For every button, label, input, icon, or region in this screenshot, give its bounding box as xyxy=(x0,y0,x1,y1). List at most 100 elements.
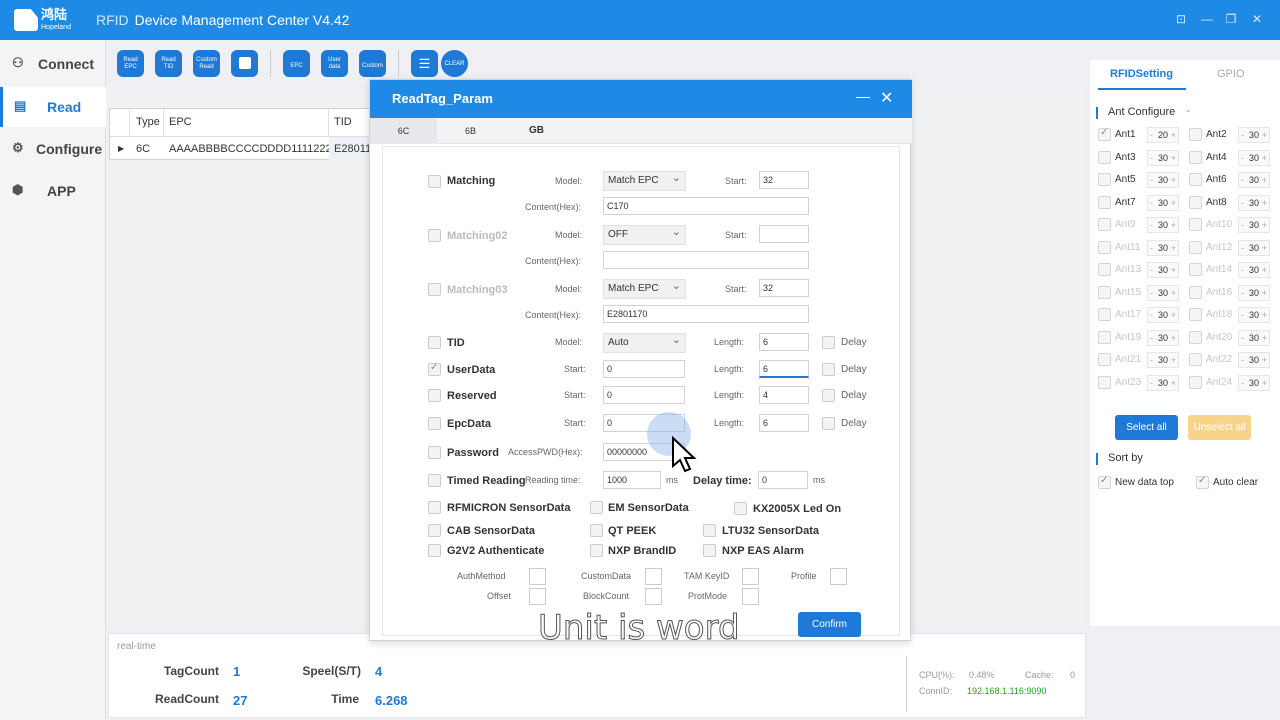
antenna-checkbox[interactable] xyxy=(1098,285,1111,299)
matching02-content-input[interactable] xyxy=(603,251,809,269)
antenna-checkbox[interactable] xyxy=(1189,128,1202,141)
matching03-model-select[interactable]: Match EPC xyxy=(603,277,686,299)
epcdata-delay-checkbox[interactable] xyxy=(822,417,835,430)
antenna-checkbox[interactable] xyxy=(1098,173,1111,186)
matching-checkbox[interactable] xyxy=(428,175,441,188)
table-cell-epc[interactable]: AAAABBBBCCCCDDDD11112220 xyxy=(164,137,329,161)
reserved-length-input[interactable]: 4 xyxy=(759,386,809,404)
antenna-checkbox[interactable] xyxy=(1189,240,1202,254)
antenna-power-spinner[interactable]: 30 xyxy=(1147,374,1179,391)
translate-icon[interactable]: ⊡ xyxy=(1174,12,1188,26)
antenna-checkbox[interactable] xyxy=(1189,218,1202,231)
ltu32-checkbox[interactable] xyxy=(703,524,716,537)
grid-header-epc[interactable]: EPC xyxy=(164,109,329,136)
epcdata-length-input[interactable]: 6 xyxy=(759,414,809,432)
antenna-power-spinner[interactable]: 20 xyxy=(1147,127,1179,143)
unselect-all-button[interactable]: Unselect all xyxy=(1188,415,1251,440)
antenna-power-spinner[interactable]: 30 xyxy=(1238,352,1270,368)
stop-button[interactable] xyxy=(231,50,258,77)
read-epc-button[interactable]: Read EPC xyxy=(117,50,144,77)
matching03-start-input[interactable]: 32 xyxy=(759,279,809,297)
chevron-down-icon[interactable]: ⌄ xyxy=(1185,105,1192,114)
antenna-power-spinner[interactable]: 30 xyxy=(1147,352,1179,368)
matching02-start-input[interactable] xyxy=(759,225,809,243)
matching03-content-input[interactable]: E2801170 xyxy=(603,305,809,323)
antenna-power-spinner[interactable]: 30 xyxy=(1147,284,1179,301)
profile-input[interactable] xyxy=(830,568,847,585)
userdata-start-input[interactable]: 0 xyxy=(603,360,685,378)
sidebar-item-configure[interactable]: ⚙ Configure xyxy=(0,129,106,169)
reserved-delay-checkbox[interactable] xyxy=(822,389,835,402)
antenna-power-spinner[interactable]: 30 xyxy=(1147,329,1179,346)
antenna-checkbox[interactable] xyxy=(1189,308,1202,321)
tid-checkbox[interactable] xyxy=(428,336,441,349)
antenna-power-spinner[interactable]: 30 xyxy=(1147,149,1179,166)
tid-model-select[interactable]: Auto xyxy=(603,331,686,353)
sidebar-item-connect[interactable]: ⚇ Connect xyxy=(0,44,106,84)
sidebar-item-app[interactable]: ⬢ APP xyxy=(0,171,106,211)
antenna-power-spinner[interactable]: 30 xyxy=(1147,194,1179,211)
custom-read-button[interactable]: Custom Read xyxy=(193,50,220,77)
qt-peek-checkbox[interactable] xyxy=(590,524,603,537)
new-data-top-checkbox[interactable] xyxy=(1098,475,1111,489)
antenna-checkbox[interactable] xyxy=(1098,330,1111,344)
antenna-power-spinner[interactable]: 30 xyxy=(1238,307,1270,323)
antenna-checkbox[interactable] xyxy=(1189,150,1202,164)
antenna-power-spinner[interactable]: 30 xyxy=(1147,262,1179,278)
row-expand-icon[interactable]: ▶ xyxy=(113,137,129,161)
matching-model-select[interactable]: Match EPC xyxy=(603,169,686,191)
rfmicron-checkbox[interactable] xyxy=(428,501,441,514)
timed-reading-checkbox[interactable] xyxy=(428,474,441,487)
antenna-checkbox[interactable] xyxy=(1189,353,1202,366)
antenna-checkbox[interactable] xyxy=(1189,173,1202,186)
antenna-checkbox[interactable] xyxy=(1189,263,1202,276)
blockcount-input[interactable] xyxy=(645,588,662,605)
reserved-start-input[interactable]: 0 xyxy=(603,386,685,404)
grid-header-type[interactable]: Type xyxy=(131,109,164,136)
minimize-icon[interactable]: — xyxy=(1200,12,1214,26)
userdata-length-input[interactable]: 6 xyxy=(759,360,809,378)
userdata-checkbox[interactable] xyxy=(428,362,441,376)
tid-delay-checkbox[interactable] xyxy=(822,336,835,349)
tab-gpio[interactable]: GPIO xyxy=(1217,68,1245,80)
password-checkbox[interactable] xyxy=(428,446,441,459)
antenna-checkbox[interactable] xyxy=(1098,127,1111,141)
list-button[interactable]: ☰ xyxy=(411,50,438,77)
clear-button[interactable]: CLEAR xyxy=(441,50,468,77)
epc-button[interactable]: EPC xyxy=(283,50,310,77)
tab-gb[interactable]: GB xyxy=(504,118,569,144)
antenna-power-spinner[interactable]: 30 xyxy=(1147,172,1179,188)
antenna-power-spinner[interactable]: 30 xyxy=(1238,217,1270,233)
antenna-power-spinner[interactable]: 30 xyxy=(1238,374,1270,391)
antenna-power-spinner[interactable]: 30 xyxy=(1238,149,1270,166)
close-icon[interactable]: ✕ xyxy=(880,88,893,108)
antenna-checkbox[interactable] xyxy=(1189,330,1202,344)
antenna-checkbox[interactable] xyxy=(1098,353,1111,366)
select-all-button[interactable]: Select all xyxy=(1115,415,1178,440)
antenna-checkbox[interactable] xyxy=(1098,308,1111,321)
authmethod-input[interactable] xyxy=(529,568,546,585)
protmode-input[interactable] xyxy=(742,588,759,605)
epcdata-checkbox[interactable] xyxy=(428,417,441,430)
antenna-checkbox[interactable] xyxy=(1098,150,1111,164)
reading-time-input[interactable]: 1000 xyxy=(603,471,661,489)
g2v2-checkbox[interactable] xyxy=(428,544,441,557)
antenna-power-spinner[interactable]: 30 xyxy=(1238,172,1270,188)
antenna-checkbox[interactable] xyxy=(1189,375,1202,389)
antenna-checkbox[interactable] xyxy=(1189,195,1202,209)
antenna-checkbox[interactable] xyxy=(1098,240,1111,254)
auto-clear-checkbox[interactable] xyxy=(1196,475,1209,489)
custom-button[interactable]: Custom xyxy=(359,50,386,77)
confirm-button[interactable]: Confirm xyxy=(798,612,861,637)
antenna-power-spinner[interactable]: 30 xyxy=(1238,262,1270,278)
antenna-power-spinner[interactable]: 30 xyxy=(1238,284,1270,301)
antenna-power-spinner[interactable]: 30 xyxy=(1147,307,1179,323)
matching02-model-select[interactable]: OFF xyxy=(603,223,686,245)
cab-sensordata-checkbox[interactable] xyxy=(428,524,441,537)
antenna-power-spinner[interactable]: 30 xyxy=(1238,194,1270,211)
tam-keyid-input[interactable] xyxy=(742,568,759,585)
user-data-button[interactable]: User data xyxy=(321,50,348,77)
matching-content-input[interactable]: C170 xyxy=(603,197,809,215)
nxp-eas-checkbox[interactable] xyxy=(703,544,716,557)
tab-6c[interactable]: 6C xyxy=(370,118,437,144)
